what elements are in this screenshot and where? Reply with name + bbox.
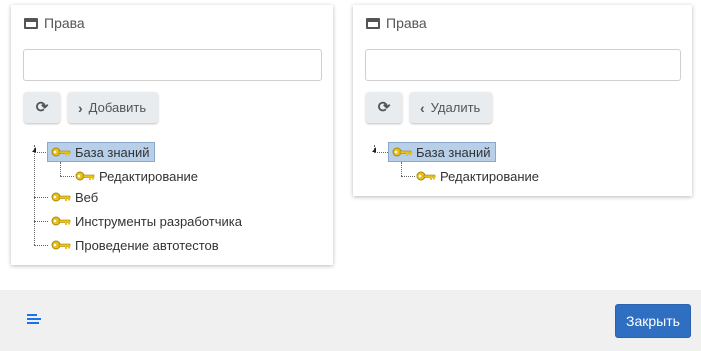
rights-panel-assigned: Права ⟳ ‹ Удалить База знаний Редактиров… [353, 5, 692, 196]
tree-node[interactable]: База знаний [388, 142, 496, 162]
key-icon [416, 171, 436, 181]
tree-node-label: База знаний [416, 144, 491, 160]
tree-connector [401, 176, 415, 177]
tree-node-label: База знаний [75, 144, 150, 160]
tree-node-label: Редактирование [440, 168, 540, 184]
rights-panel-available: Права ⟳ › Добавить База знаний Редактиро… [11, 5, 333, 265]
tree-node[interactable]: База знаний [47, 142, 155, 162]
tree-connector [374, 152, 388, 153]
tree-node[interactable]: Редактирование [75, 166, 198, 186]
rights-tree: База знаний Редактирование [353, 5, 692, 196]
tree-node-label: Редактирование [99, 168, 199, 184]
key-icon [51, 216, 71, 226]
key-icon [51, 192, 71, 202]
rights-tree: База знаний Редактирование Веб Инструмен… [11, 5, 333, 265]
tree-connector [401, 162, 402, 176]
tree-connector [34, 152, 46, 153]
tree-connector [34, 145, 35, 245]
key-icon [51, 147, 71, 157]
tree-node[interactable]: Инструменты разработчика [51, 211, 242, 231]
close-button[interactable]: Закрыть [615, 304, 691, 338]
tree-node-label: Инструменты разработчика [75, 213, 242, 229]
tree-node-label: Веб [75, 189, 99, 205]
close-button-label: Закрыть [626, 313, 680, 329]
key-icon [75, 171, 95, 181]
key-icon [392, 147, 412, 157]
tree-connector [34, 221, 48, 222]
tree-node[interactable]: Редактирование [416, 166, 539, 186]
tree-node-label: Проведение автотестов [75, 237, 219, 253]
tree-connector [60, 176, 74, 177]
expand-toggle-icon[interactable] [32, 147, 36, 152]
tree-node[interactable]: Веб [51, 187, 98, 207]
expand-toggle-icon[interactable] [372, 147, 376, 152]
key-icon [51, 240, 71, 250]
tree-connector [34, 197, 48, 198]
menu-icon[interactable] [27, 314, 41, 324]
tree-connector [34, 245, 48, 246]
tree-connector [60, 162, 61, 176]
tree-node[interactable]: Проведение автотестов [51, 235, 219, 255]
dialog-footer: Закрыть [0, 290, 701, 351]
